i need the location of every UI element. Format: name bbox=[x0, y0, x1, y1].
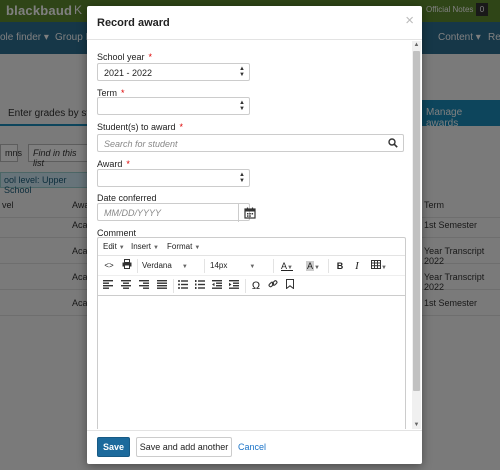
award-label: Award * bbox=[97, 159, 130, 169]
toolbar-divider bbox=[245, 279, 246, 293]
font-color-icon[interactable]: A▼ bbox=[278, 259, 296, 273]
chevron-down-icon: ▼ bbox=[153, 245, 159, 251]
bold-icon[interactable]: B bbox=[334, 259, 346, 273]
bookmark-icon[interactable] bbox=[284, 279, 296, 293]
toolbar-divider bbox=[273, 259, 274, 273]
award-select[interactable]: ▲ ▼ bbox=[97, 169, 250, 187]
required-marker: * bbox=[126, 159, 130, 169]
close-icon[interactable]: × bbox=[405, 13, 414, 28]
link-icon[interactable] bbox=[267, 279, 279, 293]
school-year-value: 2021 - 2022 bbox=[104, 68, 153, 78]
modal-header: Record award × bbox=[87, 6, 422, 40]
editor-menubar: Edit ▼ Insert ▼ Format ▼ bbox=[98, 238, 405, 256]
menu-insert[interactable]: Insert ▼ bbox=[131, 242, 159, 251]
chevron-down-icon: ▼ bbox=[181, 264, 188, 270]
toolbar-divider bbox=[328, 259, 329, 273]
date-conferred-label: Date conferred bbox=[97, 193, 157, 203]
modal-footer: Save Save and add another Cancel bbox=[87, 430, 422, 464]
modal-title: Record award bbox=[97, 17, 170, 29]
chevron-down-icon: ▼ bbox=[194, 245, 201, 251]
special-character-icon[interactable]: Ω bbox=[250, 279, 262, 293]
numbered-list-icon[interactable] bbox=[194, 279, 206, 293]
save-and-add-another-button[interactable]: Save and add another bbox=[136, 437, 232, 457]
scrollbar-thumb[interactable] bbox=[413, 51, 420, 391]
modal-scrollbar[interactable]: ▲ ▼ bbox=[412, 41, 421, 429]
italic-icon[interactable]: I bbox=[351, 259, 363, 273]
align-center-icon[interactable] bbox=[120, 279, 132, 293]
editor-toolbar-1: <> Verdana ▼ 14px ▼ A▼ A▼ B I ▼ bbox=[98, 256, 405, 276]
source-code-icon[interactable]: <> bbox=[102, 259, 116, 273]
scroll-down-icon[interactable]: ▼ bbox=[412, 421, 421, 429]
font-family-select[interactable]: Verdana ▼ bbox=[142, 259, 202, 273]
highlight-color-icon[interactable]: A▼ bbox=[304, 259, 322, 273]
bulleted-list-icon[interactable] bbox=[177, 279, 189, 293]
table-icon[interactable]: ▼ bbox=[369, 259, 389, 273]
school-year-select[interactable]: 2021 - 2022 ▲ ▼ bbox=[97, 63, 250, 81]
toolbar-divider bbox=[173, 279, 174, 293]
cancel-button[interactable]: Cancel bbox=[237, 437, 267, 457]
required-marker: * bbox=[148, 52, 153, 62]
outdent-icon[interactable] bbox=[211, 279, 223, 293]
student-search-placeholder: Search for student bbox=[104, 139, 178, 149]
toolbar-divider bbox=[137, 259, 138, 273]
select-arrows-icon: ▲ ▼ bbox=[239, 172, 245, 184]
calendar-icon[interactable] bbox=[238, 204, 261, 222]
date-placeholder: MM/DD/YYYY bbox=[104, 208, 162, 218]
comment-edit-area[interactable] bbox=[98, 296, 405, 429]
chevron-down-icon: ▼ bbox=[381, 265, 387, 271]
align-right-icon[interactable] bbox=[138, 279, 150, 293]
print-icon[interactable] bbox=[120, 259, 134, 273]
record-award-modal: Record award × School year * 2021 - 2022 … bbox=[87, 6, 422, 464]
school-year-label: School year * bbox=[97, 52, 153, 62]
term-select[interactable]: ▲ ▼ bbox=[97, 97, 250, 115]
comment-rich-text-editor: Edit ▼ Insert ▼ Format ▼ <> Verdana ▼ 14px ▼ … bbox=[97, 237, 406, 429]
save-button[interactable]: Save bbox=[97, 437, 130, 457]
chevron-down-icon: ▼ bbox=[287, 265, 293, 271]
font-size-select[interactable]: 14px ▼ bbox=[210, 259, 270, 273]
menu-edit[interactable]: Edit ▼ bbox=[103, 242, 125, 251]
select-arrows-icon: ▲ ▼ bbox=[239, 66, 245, 78]
chevron-down-icon: ▼ bbox=[249, 264, 256, 270]
students-label: Student(s) to award * bbox=[97, 122, 184, 132]
menu-format[interactable]: Format ▼ bbox=[167, 242, 200, 251]
indent-icon[interactable] bbox=[228, 279, 240, 293]
align-left-icon[interactable] bbox=[102, 279, 114, 293]
student-search-input[interactable]: Search for student bbox=[97, 134, 404, 152]
required-marker: * bbox=[179, 122, 184, 132]
chevron-down-icon: ▼ bbox=[118, 245, 125, 251]
chevron-down-icon: ▼ bbox=[314, 265, 320, 271]
justify-icon[interactable] bbox=[156, 279, 168, 293]
date-conferred-input[interactable]: MM/DD/YYYY bbox=[97, 203, 256, 222]
modal-body[interactable]: School year * 2021 - 2022 ▲ ▼ Term * ▲ ▼ Stu… bbox=[87, 41, 422, 429]
scroll-up-icon[interactable]: ▲ bbox=[412, 41, 421, 49]
search-icon[interactable] bbox=[388, 138, 398, 150]
toolbar-divider bbox=[204, 259, 205, 273]
select-arrows-icon: ▲ ▼ bbox=[239, 100, 245, 112]
editor-toolbar-2: Ω bbox=[98, 276, 405, 296]
